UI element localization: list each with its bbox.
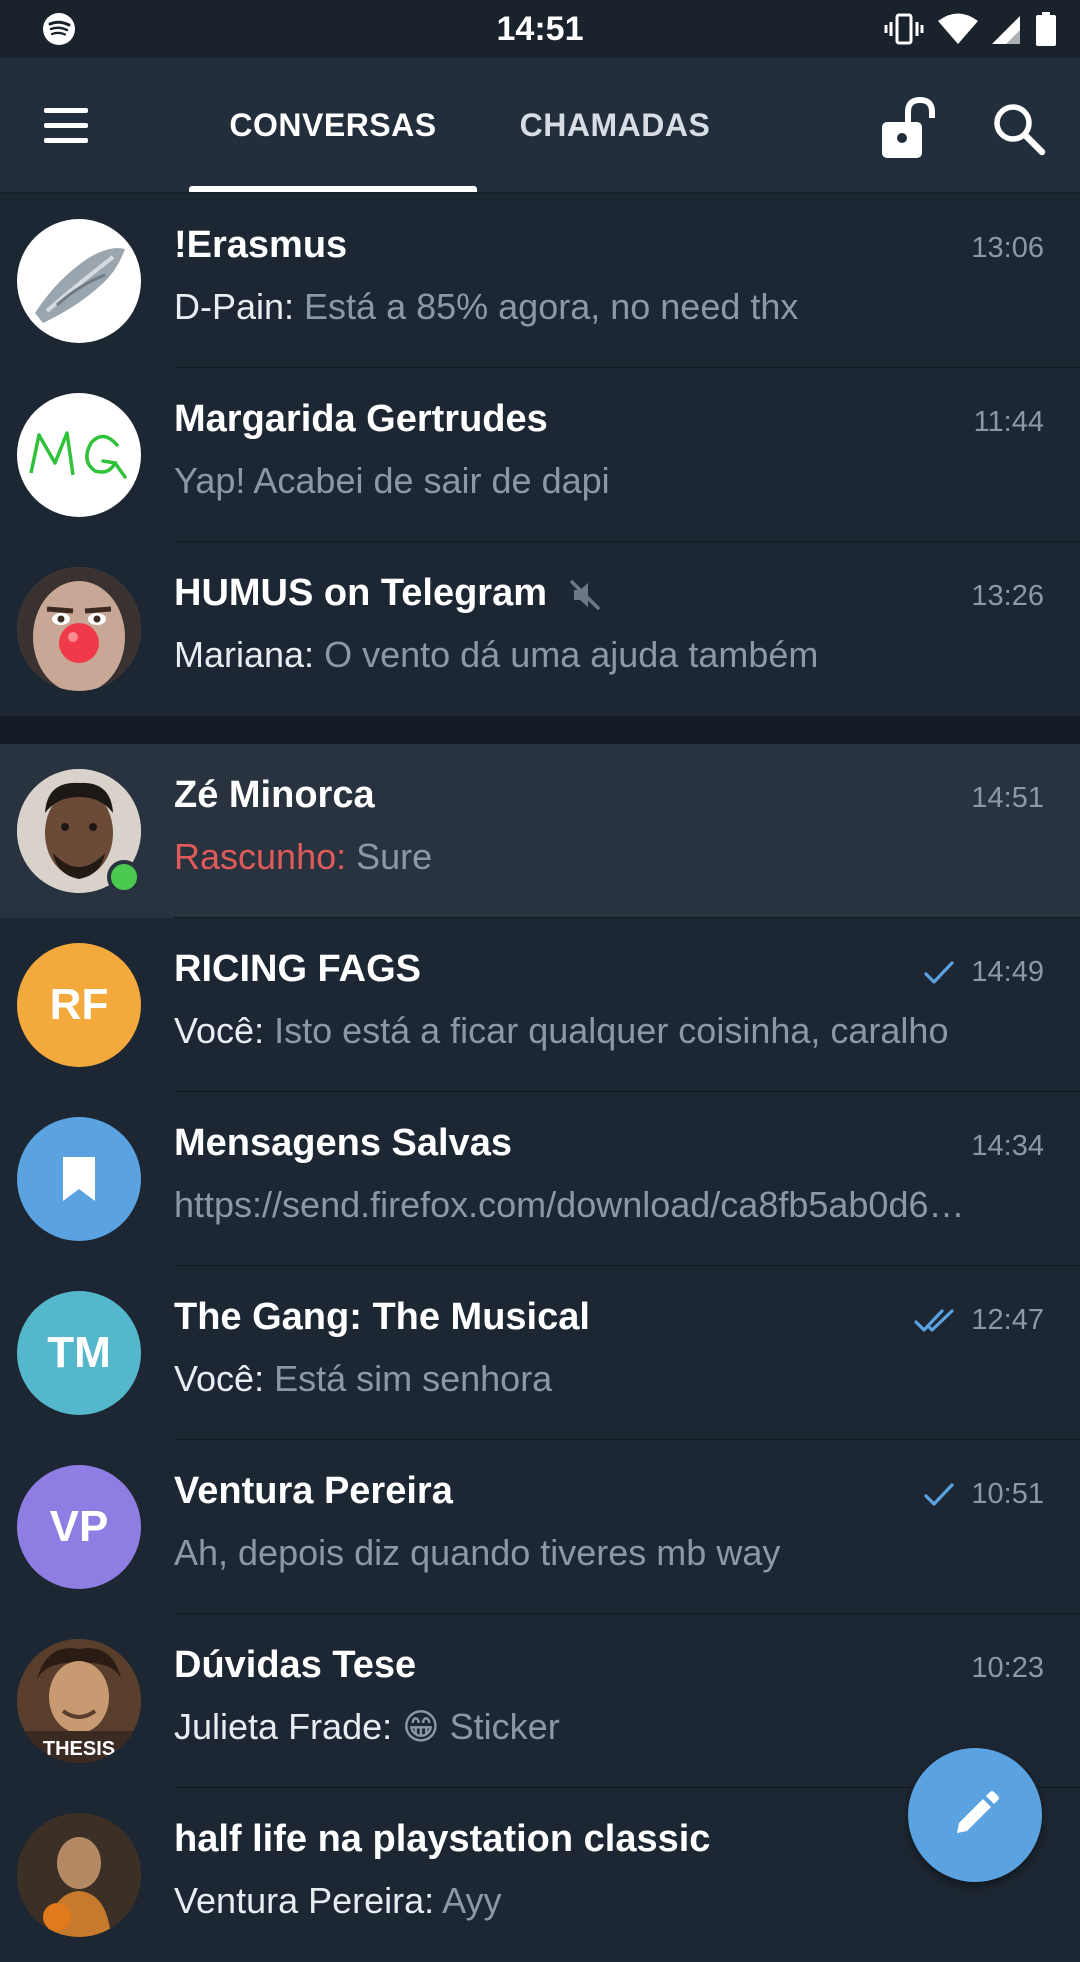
chat-preview: D-Pain: Está a 85% agora, no need thx [174,286,1030,328]
chat-name: RICING FAGS [174,948,422,990]
cell-signal-icon [992,16,1020,44]
pencil-icon [957,1791,999,1833]
vibrate-icon [884,13,924,45]
app-header: CONVERSAS CHAMADAS [0,58,1080,194]
chat-time: 13:26 [971,580,1044,612]
chat-item-erasmus[interactable]: !Erasmus 13:06 D-Pain: Está a 85% agora,… [0,194,1080,368]
chat-name: The Gang: The Musical [174,1296,590,1338]
chat-time: 12:47 [971,1304,1044,1336]
chat-time: 13:06 [971,232,1044,264]
avatar: RF [17,943,141,1067]
sent-check-icon [924,1483,954,1506]
chat-item-ventura-pereira[interactable]: VP Ventura Pereira 10:51 Ah, depois diz … [0,1440,1080,1614]
chat-preview: Rascunho: Sure [174,836,1030,878]
chat-name: HUMUS on Telegram [174,572,602,615]
draft-label: Rascunho: [174,836,357,877]
sender-name: D-Pain: [174,286,305,327]
message-text: Está a 85% agora, no need thx [304,286,799,327]
avatar [17,1813,141,1937]
chat-time: 14:51 [971,782,1044,814]
chat-item-humus-on-telegram[interactable]: HUMUS on Telegram 13:26 Mariana: O vento… [0,542,1080,716]
avatar-caption: THESIS [43,1738,115,1760]
chat-item-duvidas-tese[interactable]: THESIS Dúvidas Tese 10:23 Julieta Frade:… [0,1614,1080,1788]
avatar-initials: VP [49,1502,109,1551]
wifi-icon [938,13,978,44]
tab-conversas[interactable]: CONVERSAS [189,58,477,192]
chat-item-the-gang-the-musical[interactable]: TM The Gang: The Musical 12:47 Você: Est… [0,1266,1080,1440]
message-text: Sticker [449,1706,560,1747]
new-message-button[interactable] [908,1748,1042,1882]
chat-time: 14:49 [971,956,1044,988]
message-text: Está sim senhora [274,1358,553,1399]
chat-name: Margarida Gertrudes [174,398,548,440]
chat-preview: Yap! Acabei de sair de dapi [174,460,1030,502]
avatar [17,219,141,343]
bookmark-icon [63,1157,95,1201]
avatar-initials: RF [49,980,109,1029]
chat-item-ze-minorca[interactable]: Zé Minorca 14:51 Rascunho: Sure [0,744,1080,918]
message-text: Sure [356,836,433,877]
message-text: O vento dá uma ajuda também [324,634,819,675]
sender-name: Mariana: [174,634,325,675]
message-text: https://send.firefox.com/download/ca8fb5… [174,1184,965,1225]
message-text: Yap! Acabei de sair de dapi [174,460,610,501]
chat-preview: Mariana: O vento dá uma ajuda também [174,634,1030,676]
chat-item-mensagens-salvas[interactable]: Mensagens Salvas 14:34 https://send.fire… [0,1092,1080,1266]
sender-name: Ventura Pereira: [174,1880,443,1921]
chat-item-ricing-fags[interactable]: RF RICING FAGS 14:49 Você: Isto está a f… [0,918,1080,1092]
chat-preview: https://send.firefox.com/download/ca8fb5… [174,1184,1030,1226]
active-tab-indicator [189,186,477,192]
chat-name: Dúvidas Tese [174,1644,417,1686]
battery-icon [1036,12,1056,46]
chat-name: Ventura Pereira [174,1470,453,1512]
tab-chamadas[interactable]: CHAMADAS [480,58,750,192]
avatar [17,393,141,517]
avatar-initials: TM [47,1328,111,1377]
avatar: VP [17,1465,141,1589]
message-text: Ayy [442,1880,502,1921]
chat-time: 11:44 [973,406,1044,438]
chat-preview: Ventura Pereira: Ayy [174,1880,1030,1922]
sent-check-icon [924,961,954,984]
chat-name-text: HUMUS on Telegram [174,572,548,614]
chat-preview: Ah, depois diz quando tiveres mb way [174,1532,1030,1574]
sticker-emoji: 😁 [402,1706,440,1747]
pinned-section-separator [0,716,1080,744]
avatar: TM [17,1291,141,1415]
avatar [17,567,141,691]
unlock-icon[interactable] [872,94,942,164]
sender-name: Julieta Frade: [174,1706,403,1747]
chat-preview: Você: Isto está a ficar qualquer coisinh… [174,1010,1030,1052]
chat-list: !Erasmus 13:06 D-Pain: Está a 85% agora,… [0,194,1080,1962]
message-text: Isto está a ficar qualquer coisinha, car… [274,1010,949,1051]
chat-preview: Você: Está sim senhora [174,1358,1030,1400]
chat-time: 10:23 [971,1652,1044,1684]
sender-name: Você: [174,1010,275,1051]
avatar [17,1117,141,1241]
read-double-check-icon [914,1309,954,1332]
search-icon[interactable] [986,96,1052,162]
online-indicator [107,860,141,894]
avatar: THESIS [17,1639,141,1763]
chat-name: half life na playstation classic [174,1818,711,1860]
chat-name: Zé Minorca [174,774,375,816]
chat-preview: Julieta Frade: 😁 Sticker [174,1706,1030,1748]
chat-name: !Erasmus [174,224,348,266]
muted-icon [569,580,600,610]
chat-item-margarida-gertrudes[interactable]: Margarida Gertrudes 11:44 Yap! Acabei de… [0,368,1080,542]
status-bar: 14:51 [0,0,1080,58]
chat-time: 14:34 [971,1130,1044,1162]
chat-name: Mensagens Salvas [174,1122,512,1164]
message-text: Ah, depois diz quando tiveres mb way [174,1532,781,1573]
sender-name: Você: [174,1358,275,1399]
menu-icon[interactable] [36,100,98,150]
chat-time: 10:51 [971,1478,1044,1510]
